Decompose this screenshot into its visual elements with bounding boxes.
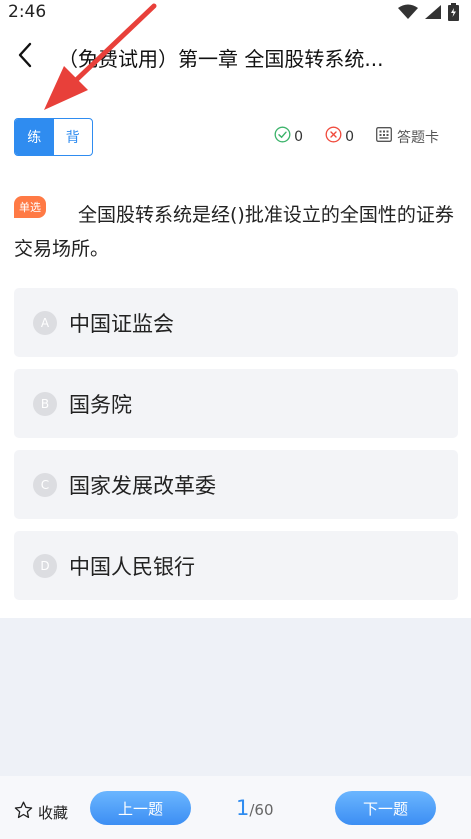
mode-toggle: 练 背 <box>14 118 93 156</box>
stats-bar: 0 0 答题卡 <box>274 126 439 147</box>
option-text: 中国人民银行 <box>69 554 195 579</box>
footer-bar: 收藏 上一题 1/60 下一题 <box>0 776 471 839</box>
header: （免费试用）第一章 全国股转系统... <box>0 26 471 88</box>
wrong-count: 0 <box>345 128 354 145</box>
correct-count: 0 <box>294 128 304 145</box>
question-text: 全国股转系统是经()批准设立的全国性的证券交易场所。 <box>14 204 454 260</box>
memorize-mode-button[interactable]: 背 <box>54 119 93 155</box>
status-bar: 2:46 <box>0 0 471 26</box>
prev-question-button[interactable]: 上一题 <box>90 791 191 825</box>
option-d[interactable]: D 中国人民银行 <box>14 531 458 600</box>
option-letter: B <box>33 391 57 416</box>
option-text: 国家发展改革委 <box>69 473 216 498</box>
question-panel: 练 背 0 0 答题卡 全国股转系统是经()批准设立的全国性的证券交易场所。 单… <box>0 88 471 618</box>
wifi-icon <box>398 4 418 24</box>
cross-circle-icon <box>325 126 342 147</box>
current-page: 1 <box>236 796 250 820</box>
option-a[interactable]: A 中国证监会 <box>14 288 458 357</box>
star-icon <box>14 801 33 823</box>
option-text: 国务院 <box>69 392 132 417</box>
grid-icon <box>376 127 392 146</box>
favorite-button[interactable]: 收藏 <box>14 801 68 823</box>
option-letter: C <box>33 472 57 497</box>
back-button[interactable] <box>10 40 40 74</box>
option-b[interactable]: B 国务院 <box>14 369 458 438</box>
option-c[interactable]: C 国家发展改革委 <box>14 450 458 519</box>
answer-card-button[interactable]: 答题卡 <box>376 127 439 147</box>
question-type-badge: 单选 <box>14 196 46 218</box>
option-text: 中国证监会 <box>69 311 174 336</box>
check-circle-icon <box>274 126 291 147</box>
page-indicator: 1/60 <box>236 796 274 820</box>
total-pages: /60 <box>249 801 274 819</box>
back-arrow-icon <box>17 42 33 72</box>
battery-icon <box>448 3 459 25</box>
option-letter: A <box>33 310 57 335</box>
next-question-button[interactable]: 下一题 <box>335 791 436 825</box>
answer-card-label: 答题卡 <box>397 129 439 146</box>
page-title: （免费试用）第一章 全国股转系统... <box>58 47 384 71</box>
favorite-label: 收藏 <box>38 803 69 822</box>
correct-stat: 0 <box>274 126 303 147</box>
status-time: 2:46 <box>8 2 47 22</box>
practice-mode-button[interactable]: 练 <box>15 119 54 155</box>
status-icons <box>398 3 459 25</box>
option-letter: D <box>33 553 57 578</box>
wrong-stat: 0 <box>325 126 354 147</box>
signal-icon <box>424 4 442 24</box>
